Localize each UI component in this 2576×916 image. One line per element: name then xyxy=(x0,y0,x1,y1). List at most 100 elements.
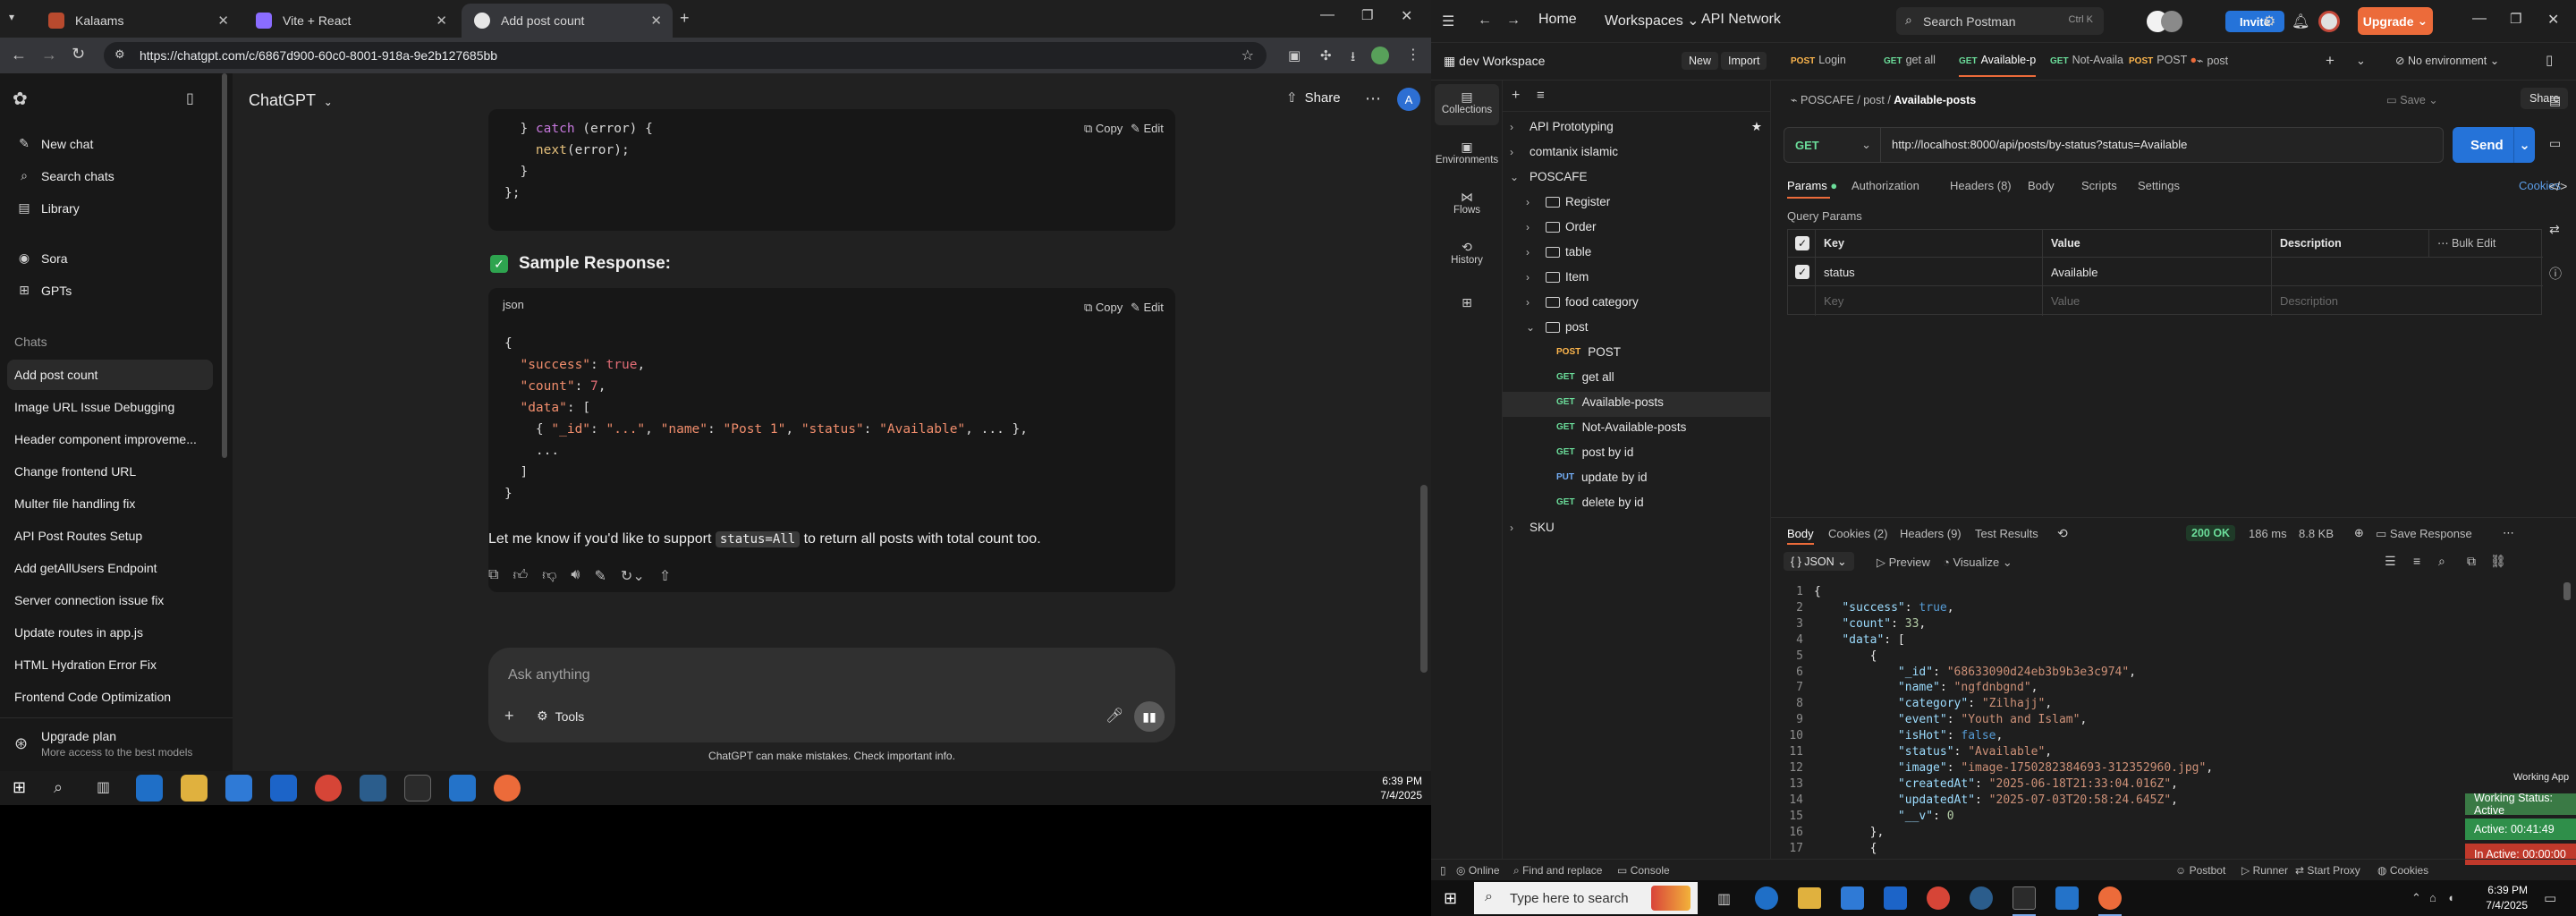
visualize-button[interactable]: ◔ Visualize ⌄ xyxy=(1943,556,2012,570)
collection-row[interactable]: › API Prototyping ★ xyxy=(1510,120,1769,134)
openai-logo-icon[interactable]: ✿ xyxy=(13,88,28,110)
sora-button[interactable]: ◉ Sora xyxy=(14,250,68,266)
response-json[interactable]: { "success": true, "count": 33, "data": … xyxy=(1814,584,2213,856)
mail-icon[interactable] xyxy=(270,775,297,802)
start-icon[interactable]: ⊞ xyxy=(1444,889,1457,908)
resp-tab-body[interactable]: Body xyxy=(1787,527,1814,540)
request-row[interactable]: GET post by id xyxy=(1556,445,1633,459)
request-tab[interactable]: GET Not-Availa xyxy=(2050,54,2123,66)
forward-icon[interactable]: → xyxy=(1506,13,1521,29)
chevron-down-icon[interactable]: ⌄ xyxy=(2356,54,2366,68)
menu-icon[interactable]: ☰ xyxy=(1442,13,1454,30)
breadcrumb-item[interactable]: POSCAFE xyxy=(1801,94,1854,106)
url-bar[interactable]: ⚙ https://chatgpt.com/c/6867d900-60c0-80… xyxy=(104,42,1267,69)
share-button[interactable]: Share xyxy=(2521,88,2569,109)
runner-button[interactable]: ▷ Runner xyxy=(2241,864,2288,877)
more-options-icon[interactable]: ⋯ xyxy=(2503,526,2514,540)
file-explorer-icon[interactable] xyxy=(1798,887,1821,909)
param-key[interactable]: status xyxy=(1824,266,1855,279)
save-response-button[interactable]: ▭ Save Response xyxy=(2376,527,2472,541)
bookmark-star-icon[interactable]: ☆ xyxy=(1241,47,1254,64)
model-selector[interactable]: ChatGPT ⌄ xyxy=(249,91,333,110)
request-tab[interactable]: POST Login xyxy=(1791,54,1846,66)
library-button[interactable]: ▤ Library xyxy=(14,200,79,216)
folder-row[interactable]: ⌄ post xyxy=(1526,320,1589,334)
close-icon[interactable]: ✕ xyxy=(650,13,662,29)
tab-scripts[interactable]: Scripts xyxy=(2081,179,2117,192)
search-input[interactable]: ⌕ Search Postman Ctrl K xyxy=(1896,7,2104,35)
add-icon[interactable]: + xyxy=(1512,88,1520,104)
nav-home[interactable]: Home xyxy=(1538,12,1577,28)
response-size[interactable]: 8.8 KB xyxy=(2299,527,2334,540)
code-icon[interactable]: </> xyxy=(2549,179,2567,193)
chat-item[interactable]: Frontend Code Optimization xyxy=(14,682,213,712)
gpts-button[interactable]: ⊞ GPTs xyxy=(14,283,72,298)
regenerate-icon[interactable]: ↻⌄ xyxy=(621,567,645,585)
request-row[interactable]: GET delete by id xyxy=(1556,496,1644,509)
reload-icon[interactable]: ↻ xyxy=(72,45,85,64)
postman-icon[interactable] xyxy=(2098,886,2122,910)
documentation-icon[interactable]: ▤ xyxy=(2549,93,2561,108)
avatar[interactable]: A xyxy=(1397,88,1420,111)
share-button[interactable]: ⇧ Share xyxy=(1286,89,1341,106)
close-window-icon[interactable]: ✕ xyxy=(1401,7,1412,25)
comments-icon[interactable]: ▭ xyxy=(2549,136,2561,151)
request-row[interactable]: PUT update by id xyxy=(1556,471,1648,484)
edge-icon[interactable] xyxy=(136,775,163,802)
main-scrollbar[interactable] xyxy=(1420,485,1428,673)
collection-row[interactable]: ⌄ POSCAFE xyxy=(1510,170,1588,183)
tools-button[interactable]: ⚙ Tools xyxy=(537,708,584,724)
side-panel-icon[interactable]: ▯ xyxy=(2546,52,2553,68)
nav-workspaces[interactable]: Workspaces ⌄ xyxy=(1605,12,1699,30)
maximize-icon[interactable]: ❐ xyxy=(2510,11,2521,27)
vscode-icon[interactable] xyxy=(449,775,476,802)
tab-kalaams[interactable]: Kalaams ✕ xyxy=(36,4,240,38)
tray-chevron-icon[interactable]: ⌃ xyxy=(2411,891,2421,905)
profile-icon[interactable] xyxy=(1371,47,1389,64)
method-select[interactable]: GET ⌄ xyxy=(1784,128,1881,162)
tab-search-icon[interactable]: ▾ xyxy=(9,11,14,23)
folder-row[interactable]: › Item xyxy=(1526,270,1589,284)
rail-environments[interactable]: ▣ Environments xyxy=(1431,140,1503,165)
tab-headers[interactable]: Headers (8) xyxy=(1950,179,2012,192)
link-icon[interactable]: ⛓ xyxy=(2490,554,2506,569)
request-row-selected[interactable]: GET Available-posts xyxy=(1556,395,1664,409)
response-scrollbar[interactable] xyxy=(2563,582,2571,600)
history-icon[interactable]: ⟲ xyxy=(2057,526,2068,541)
extension-icon[interactable]: ▣ xyxy=(1288,47,1301,64)
download-icon[interactable]: ⭳ xyxy=(1351,47,1355,70)
minimize-icon[interactable]: — xyxy=(2472,11,2487,27)
new-tab-icon[interactable]: + xyxy=(680,9,690,28)
file-explorer-icon[interactable] xyxy=(181,775,208,802)
notification-bell-icon[interactable]: 🔔︎ xyxy=(2292,13,2309,30)
postman-icon[interactable] xyxy=(494,775,521,802)
search-icon[interactable]: ⌕ xyxy=(54,778,63,797)
rail-configure[interactable]: ⊞ xyxy=(1431,295,1503,310)
composer-input[interactable]: Ask anything xyxy=(508,667,590,683)
tab-add-post-count[interactable]: Add post count ✕ xyxy=(462,4,673,38)
start-icon[interactable]: ⊞ xyxy=(13,778,26,797)
avatar[interactable] xyxy=(2161,11,2182,32)
store-icon[interactable] xyxy=(1841,886,1864,910)
thumbs-up-icon[interactable]: 👍︎ xyxy=(513,567,528,585)
filter-icon[interactable]: ≡ xyxy=(1537,88,1545,103)
request-tab[interactable]: POST POST ● xyxy=(2129,54,2197,66)
puzzle-icon[interactable]: ✣ xyxy=(1320,47,1332,64)
wrap-lines-icon[interactable]: ☰ xyxy=(2385,554,2396,569)
chat-item[interactable]: Change frontend URL xyxy=(14,456,213,487)
new-button[interactable]: New xyxy=(1682,52,1719,70)
network-icon[interactable]: ⌂ xyxy=(2429,891,2436,904)
upgrade-plan-button[interactable]: ⊛ Upgrade plan More access to the best m… xyxy=(0,717,233,771)
request-tab-active[interactable]: GET Available-p xyxy=(1959,54,2037,77)
vscode-icon[interactable] xyxy=(2055,886,2079,910)
new-value-input[interactable]: Value xyxy=(2051,294,2080,308)
folder-row[interactable]: › Order xyxy=(1526,220,1597,233)
cookies-button[interactable]: ◍ Cookies xyxy=(2377,864,2428,877)
edit-icon[interactable]: ✎ xyxy=(595,567,606,585)
send-button[interactable]: Send ⌄ xyxy=(2453,127,2535,163)
rail-collections[interactable]: ▤ Collections xyxy=(1431,89,1503,115)
back-icon[interactable]: ← xyxy=(1478,13,1492,29)
resp-tab-tests[interactable]: Test Results xyxy=(1975,527,2038,540)
chat-item[interactable]: Update routes in app.js xyxy=(14,617,213,648)
minimize-icon[interactable]: — xyxy=(1320,7,1335,23)
